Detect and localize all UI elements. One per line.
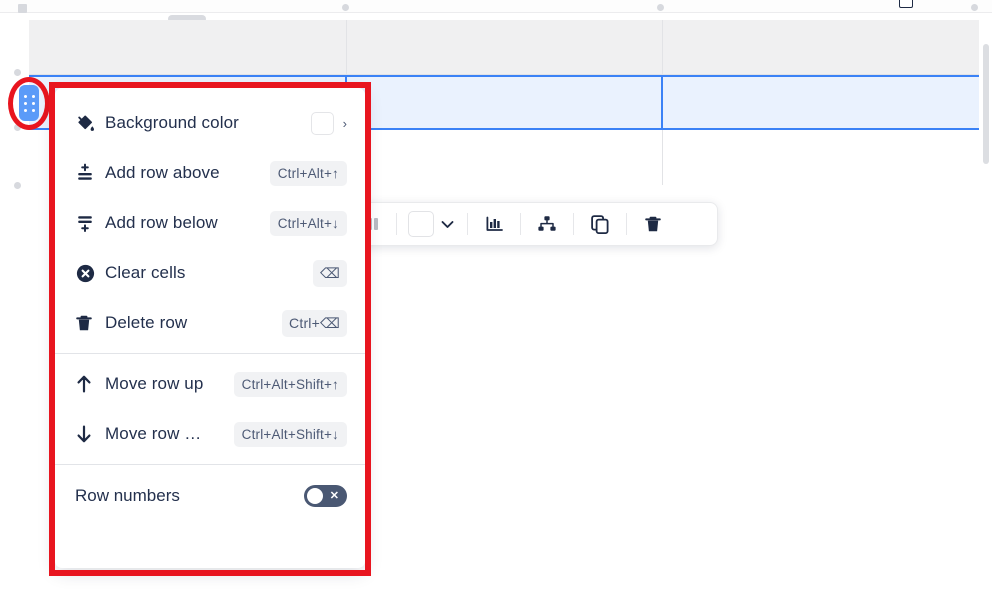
add-row-above-icon <box>75 163 105 183</box>
menu-item-add-row-above[interactable]: Add row above Ctrl+Alt+↑ <box>55 148 365 198</box>
toolbar-divider <box>396 213 397 235</box>
toolbar-divider <box>573 213 574 235</box>
drag-grip-icon <box>23 94 35 112</box>
toolbar-divider <box>520 213 521 235</box>
menu-item-label: Add row above <box>105 163 220 182</box>
menu-item-label: Clear cells <box>105 263 186 282</box>
menu-item-shortcut: Ctrl+Alt+Shift+↓ <box>233 421 347 447</box>
arrow-down-icon <box>75 424 105 444</box>
page-marker-icon <box>899 0 913 8</box>
vertical-scrollbar[interactable] <box>983 44 989 164</box>
menu-item-shortcut: Ctrl+Alt+↓ <box>269 210 347 236</box>
menu-item-move-row-up[interactable]: Move row up Ctrl+Alt+Shift+↑ <box>55 359 365 409</box>
row-numbers-toggle[interactable]: ✕ <box>304 485 347 507</box>
bar-chart-icon[interactable] <box>477 209 511 239</box>
row-drag-grip[interactable] <box>19 85 39 121</box>
menu-item-label: Move row … <box>105 424 202 443</box>
menu-item-move-row-down[interactable]: Move row … Ctrl+Alt+Shift+↓ <box>55 409 365 459</box>
menu-item-clear-cells[interactable]: Clear cells ⌫ <box>55 248 365 298</box>
row-numbers-label: Row numbers <box>75 486 180 505</box>
color-swatch-icon <box>408 211 434 237</box>
menu-item-label: Move row up <box>105 374 204 393</box>
trash-icon[interactable] <box>636 209 670 239</box>
menu-item-row-numbers[interactable]: Row numbers ✕ <box>55 470 365 522</box>
menu-item-shortcut: Ctrl+Alt+Shift+↑ <box>233 371 347 397</box>
guide-dot <box>971 4 978 11</box>
table-corner-handle[interactable] <box>18 4 27 13</box>
chevron-down-icon[interactable] <box>436 212 458 236</box>
add-row-below-icon <box>75 213 105 233</box>
menu-item-shortcut: ⌫ <box>313 259 347 287</box>
trash-icon <box>75 314 105 333</box>
toolbar-divider <box>626 213 627 235</box>
menu-item-label: Add row below <box>105 213 218 232</box>
menu-item-add-row-below[interactable]: Add row below Ctrl+Alt+↓ <box>55 198 365 248</box>
chevron-right-icon: › <box>342 115 347 131</box>
org-chart-icon[interactable] <box>530 209 564 239</box>
guide-dot <box>14 124 21 131</box>
menu-item-shortcut: Ctrl+⌫ <box>282 309 347 337</box>
color-swatch-icon[interactable] <box>310 111 334 135</box>
toggle-knob <box>307 488 323 504</box>
menu-item-label: Background color <box>105 113 239 132</box>
column-divider-selected <box>661 75 663 130</box>
paint-bucket-icon <box>75 113 105 134</box>
guide-dot <box>14 182 21 189</box>
menu-divider <box>55 464 365 465</box>
toggle-off-icon: ✕ <box>329 489 339 502</box>
arrow-up-icon <box>75 374 105 394</box>
clear-cells-icon <box>75 263 105 284</box>
menu-item-delete-row[interactable]: Delete row Ctrl+⌫ <box>55 298 365 348</box>
menu-bottom-padding <box>55 522 365 568</box>
guide-dot <box>14 69 21 76</box>
guide-dot <box>342 4 349 11</box>
menu-item-shortcut: Ctrl+Alt+↑ <box>269 160 347 186</box>
color-swatch[interactable] <box>406 209 436 239</box>
toolbar-divider <box>467 213 468 235</box>
table-row[interactable] <box>29 20 979 75</box>
menu-item-background-color[interactable]: Background color › <box>55 98 365 148</box>
row-context-menu[interactable]: Background color › Add row above Ctrl+Al… <box>55 88 365 568</box>
top-ruler-band <box>0 0 992 13</box>
menu-divider <box>55 353 365 354</box>
guide-dot <box>657 4 664 11</box>
menu-item-label: Delete row <box>105 313 188 332</box>
copy-icon[interactable] <box>583 209 617 239</box>
